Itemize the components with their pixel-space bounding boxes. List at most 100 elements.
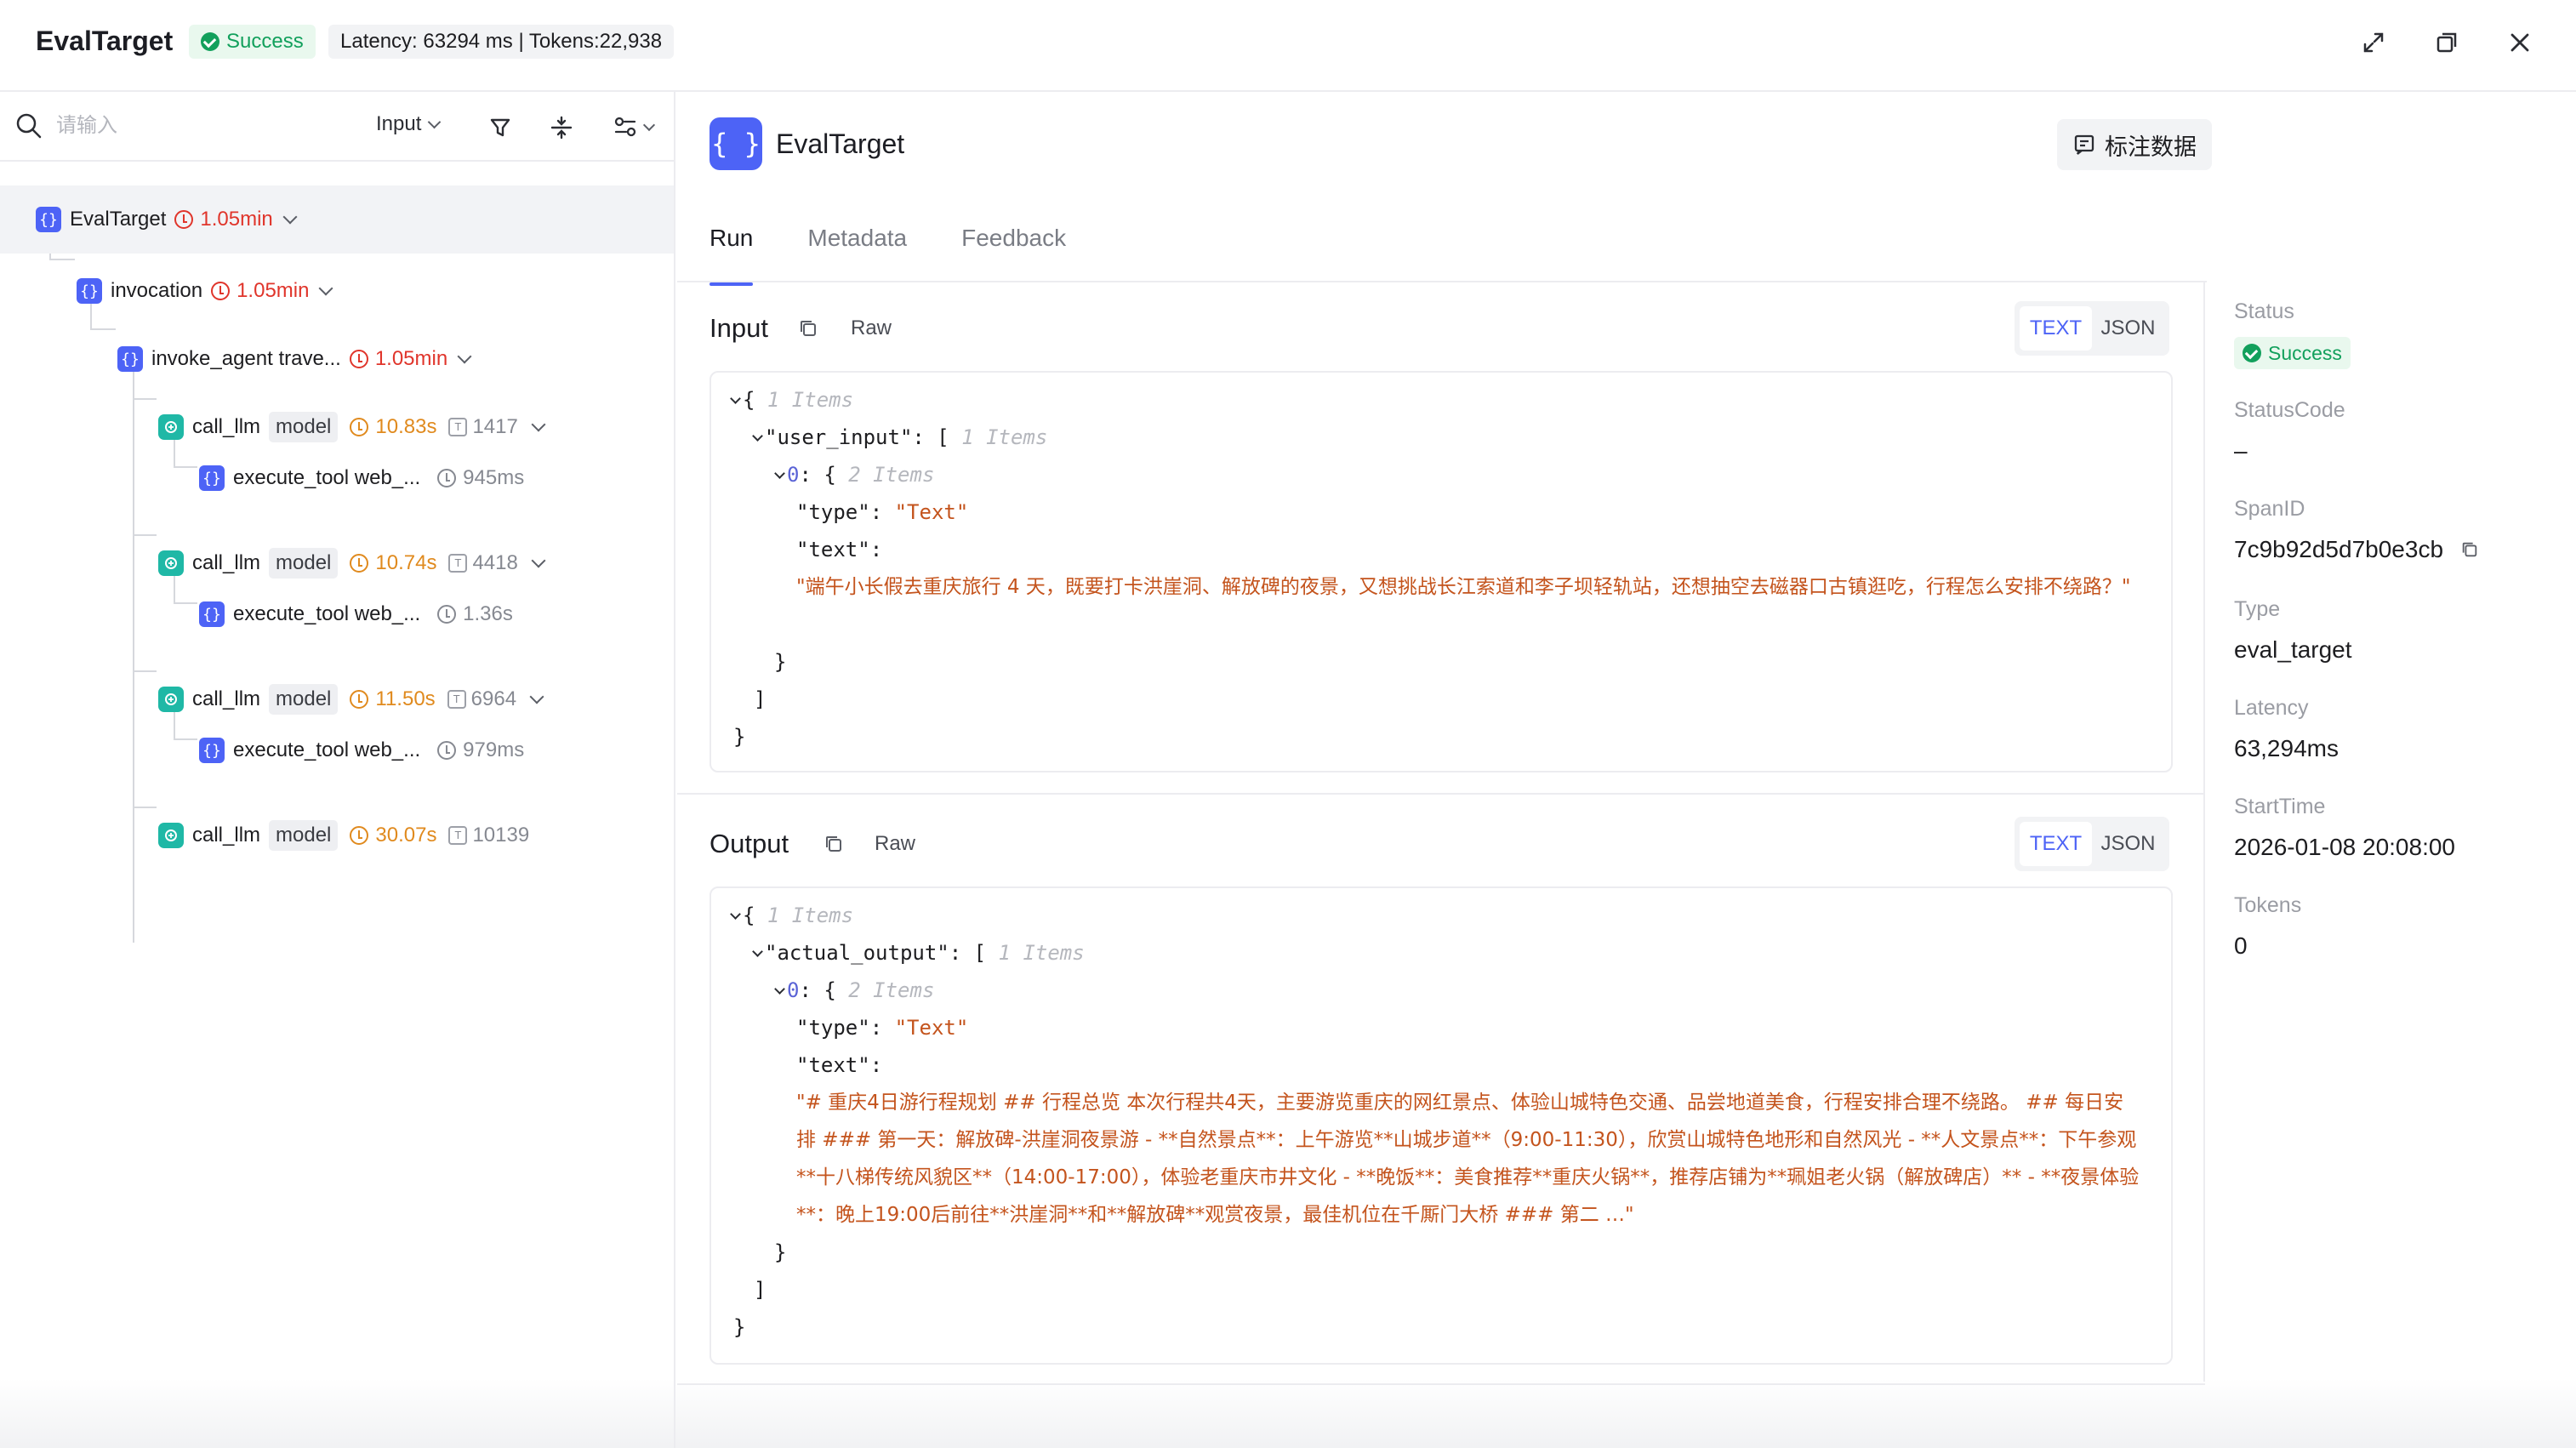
expand-icon[interactable] <box>2357 26 2391 60</box>
duration: 1.05min <box>211 279 309 303</box>
tree-node-execute-tool[interactable]: {} execute_tool web_... 979ms <box>199 716 536 784</box>
output-section: Output Raw TEXT JSON { 1 Items "actual_o… <box>677 795 2205 1382</box>
clock-icon <box>437 605 457 624</box>
chevron-down-icon[interactable] <box>531 553 546 568</box>
status-value: Success <box>2268 341 2342 364</box>
tokens-label: Tokens <box>2234 893 2302 917</box>
chevron-down-icon[interactable] <box>529 689 544 704</box>
json-toggle[interactable]: JSON <box>2092 822 2164 866</box>
close-icon[interactable] <box>2503 26 2537 60</box>
token-icon: T <box>448 826 468 845</box>
chevron-down-icon[interactable] <box>318 281 333 296</box>
filter-icon[interactable] <box>483 111 517 145</box>
copy-icon[interactable] <box>2460 538 2479 565</box>
tree-node-call-llm[interactable]: call_llm model 30.07s T 10139 <box>158 801 544 869</box>
node-name: invoke_agent trave... <box>151 347 341 370</box>
search-input[interactable] <box>56 109 311 143</box>
duration: 10.83s <box>350 415 436 439</box>
clock-icon <box>350 690 369 709</box>
collapse-caret[interactable] <box>752 430 763 442</box>
trace-title: EvalTarget <box>36 26 174 56</box>
collapse-caret[interactable] <box>730 393 741 404</box>
clock-icon <box>211 282 231 300</box>
tree-node-execute-tool[interactable]: {} execute_tool web_... 1.36s <box>199 580 525 648</box>
brace-icon: {} <box>36 207 61 232</box>
clock-icon <box>350 554 369 573</box>
collapse-caret[interactable] <box>774 468 785 479</box>
brace-icon: {} <box>77 278 102 304</box>
annotate-label: 标注数据 <box>2105 134 2197 160</box>
latency-value: 63,294ms <box>2234 735 2339 761</box>
chevron-down-icon[interactable] <box>457 349 472 364</box>
chevron-down-icon <box>428 115 442 128</box>
span-detail-panel: { } EvalTarget 标注数据 Run Metadata Feedbac… <box>677 92 2212 1448</box>
status-badge-label: Success <box>226 30 304 53</box>
duration: 1.05min <box>349 347 447 371</box>
annotate-icon <box>2074 134 2094 155</box>
chevron-down-icon[interactable] <box>531 417 546 432</box>
collapse-all-icon[interactable] <box>544 111 578 145</box>
tree-node-execute-tool[interactable]: {} execute_tool web_... 945ms <box>199 444 536 512</box>
input-section: Input Raw TEXT JSON { 1 Items "user_inpu… <box>677 282 2205 793</box>
popout-icon[interactable] <box>2430 26 2464 60</box>
token-count: T 6964 <box>447 687 516 711</box>
tree-node-evaltarget[interactable]: {} EvalTarget 1.05min <box>0 185 674 254</box>
duration: 1.36s <box>437 602 513 626</box>
duration: 979ms <box>437 738 524 762</box>
clock-icon <box>350 418 369 436</box>
search-toolbar: Input <box>0 92 675 162</box>
model-tag: model <box>269 684 339 715</box>
collapse-caret[interactable] <box>752 946 763 957</box>
node-name: call_llm <box>192 551 261 574</box>
model-tag: model <box>269 412 339 442</box>
run-content: Input Raw TEXT JSON { 1 Items "user_inpu… <box>677 282 2207 1448</box>
tab-run[interactable]: Run <box>710 218 754 286</box>
tab-feedback[interactable]: Feedback <box>961 218 1066 286</box>
llm-icon <box>158 823 184 848</box>
field-select[interactable]: Input <box>376 112 442 136</box>
latency-label: Latency <box>2234 696 2309 720</box>
copy-icon[interactable] <box>824 834 847 858</box>
token-icon: T <box>448 554 468 573</box>
window-controls <box>2357 0 2576 85</box>
tree-node-invocation[interactable]: {} invocation 1.05min <box>77 257 333 325</box>
top-bar: EvalTarget Success Latency: 63294 ms | T… <box>0 0 2576 92</box>
llm-icon <box>158 414 184 440</box>
token-icon: T <box>447 690 466 709</box>
text-toggle[interactable]: TEXT <box>2020 306 2092 351</box>
clock-icon <box>350 826 369 845</box>
node-name: call_llm <box>192 687 261 710</box>
duration: 11.50s <box>350 687 436 711</box>
llm-icon <box>158 687 184 712</box>
status-code-value: – <box>2234 437 2248 464</box>
token-count: T 4418 <box>448 551 518 575</box>
view-options-icon[interactable] <box>606 111 660 145</box>
start-time-value: 2026-01-08 20:08:00 <box>2234 834 2455 860</box>
collapse-caret[interactable] <box>730 909 741 920</box>
status-badge: Success <box>2234 337 2351 369</box>
raw-link[interactable]: Raw <box>851 316 892 340</box>
collapse-caret[interactable] <box>774 983 785 995</box>
json-toggle[interactable]: JSON <box>2092 306 2164 351</box>
tree-node-invoke-agent[interactable]: {} invoke_agent trave... 1.05min <box>117 325 472 393</box>
status-badge: Success <box>189 25 316 59</box>
duration: 945ms <box>437 466 524 490</box>
input-json-viewer: { 1 Items "user_input": [ 1 Items 0: { 2… <box>710 371 2173 772</box>
duration: 30.07s <box>350 824 436 847</box>
span-id-label: SpanID <box>2234 497 2305 521</box>
status-code-label: StatusCode <box>2234 398 2345 422</box>
type-value: eval_target <box>2234 636 2352 663</box>
format-toggle: TEXT JSON <box>2015 301 2169 356</box>
chevron-down-icon[interactable] <box>282 209 298 225</box>
tab-metadata[interactable]: Metadata <box>807 218 907 286</box>
copy-icon[interactable] <box>798 318 822 342</box>
raw-link[interactable]: Raw <box>875 832 915 856</box>
input-title: Input <box>710 313 768 343</box>
output-text-value: "# 重庆4日游行程规划 ## 行程总览 本次行程共4天，主要游览重庆的网红景点… <box>796 1092 2140 1226</box>
duration: 10.74s <box>350 551 436 575</box>
token-icon: T <box>448 418 468 436</box>
annotate-data-button[interactable]: 标注数据 <box>2057 119 2212 170</box>
token-count: T 1417 <box>448 415 518 439</box>
text-toggle[interactable]: TEXT <box>2020 822 2092 866</box>
span-info-panel: Status Success StatusCode – SpanID 7c9b9… <box>2208 282 2576 1448</box>
